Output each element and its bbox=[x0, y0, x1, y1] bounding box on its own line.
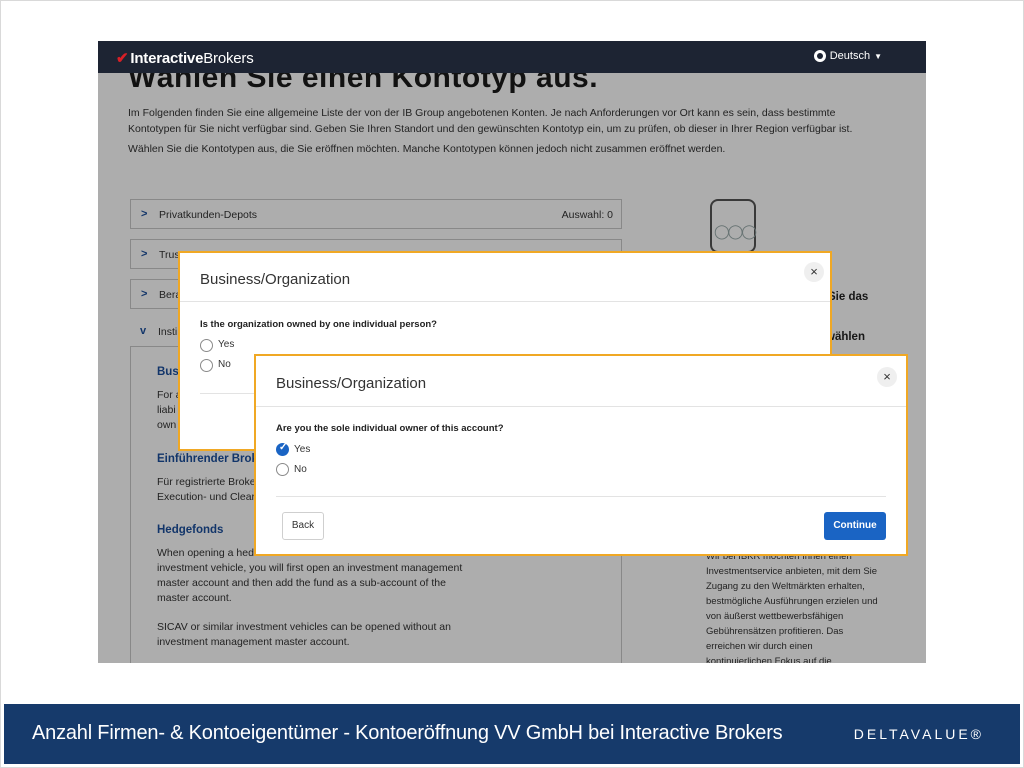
close-icon[interactable]: × bbox=[877, 367, 897, 387]
modal-divider bbox=[256, 406, 906, 407]
radio-yes[interactable] bbox=[200, 339, 213, 352]
modal-divider bbox=[180, 301, 830, 302]
modal-title: Business/Organization bbox=[276, 375, 427, 392]
modal-footer-divider bbox=[276, 496, 886, 497]
question-sole-owner: Are you the sole individual owner of thi… bbox=[276, 423, 504, 434]
browser-screenshot: Wählen Sie einen Kontotyp aus. Im Folgen… bbox=[98, 41, 926, 663]
back-button[interactable]: Back bbox=[282, 512, 324, 540]
interactive-brokers-logo[interactable]: ✔ InteractiveBrokers bbox=[116, 49, 254, 67]
language-label: Deutsch bbox=[829, 50, 871, 62]
radio-no-label: No bbox=[294, 464, 307, 475]
caret-down-icon: ▼ bbox=[874, 51, 882, 61]
language-selector[interactable]: Deutsch ▼ bbox=[813, 50, 882, 62]
globe-icon bbox=[813, 50, 826, 62]
caption-text: Anzahl Firmen- & Kontoeigentümer - Konto… bbox=[32, 722, 783, 744]
question-owned-by-individual: Is the organization owned by one individ… bbox=[200, 319, 437, 330]
top-navbar: ✔ InteractiveBrokers Deutsch ▼ bbox=[98, 41, 926, 73]
continue-button[interactable]: Continue bbox=[824, 512, 886, 540]
radio-yes-selected[interactable] bbox=[276, 442, 289, 456]
radio-no[interactable] bbox=[276, 463, 289, 476]
close-icon[interactable]: × bbox=[804, 262, 824, 282]
caption-bar: Anzahl Firmen- & Kontoeigentümer - Konto… bbox=[4, 704, 1020, 764]
deltavalue-logo: DELTAVALUE® bbox=[853, 726, 984, 742]
radio-yes-label: Yes bbox=[294, 444, 311, 455]
radio-no[interactable] bbox=[200, 359, 213, 372]
radio-no-label: No bbox=[218, 359, 231, 370]
modal-business-organization-2: Business/Organization × Are you the sole… bbox=[254, 354, 908, 556]
ib-logo-icon: ✔ bbox=[116, 50, 129, 67]
radio-yes-label: Yes bbox=[218, 339, 235, 350]
modal-title: Business/Organization bbox=[200, 271, 351, 288]
